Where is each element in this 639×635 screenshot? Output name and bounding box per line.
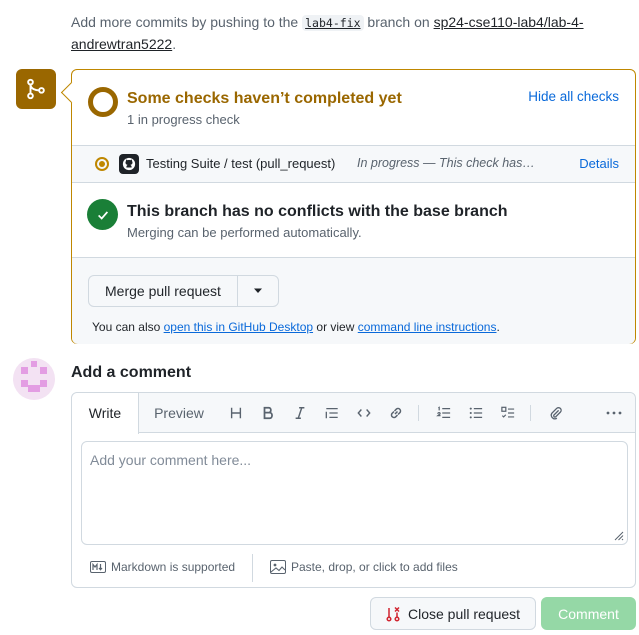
or-view-text: or view <box>316 320 355 334</box>
check-status: In progress — This check has… <box>357 156 535 170</box>
comment-textarea[interactable] <box>81 441 628 545</box>
markdown-note: Markdown is supported <box>111 560 236 574</box>
add-comment-heading: Add a comment <box>71 364 192 381</box>
checks-header: Some checks haven’t completed yet 1 in p… <box>72 70 635 145</box>
github-actions-icon <box>119 154 139 174</box>
check-name: Testing Suite / test (pull_request) <box>146 156 336 171</box>
github-desktop-link[interactable]: open this in GitHub Desktop <box>164 320 313 334</box>
attach-icon[interactable] <box>546 403 566 423</box>
toolbar-divider <box>418 405 419 421</box>
check-row: Testing Suite / test (pull_request) In p… <box>72 145 635 183</box>
merge-pull-request-button[interactable]: Merge pull request <box>89 276 238 306</box>
in-progress-dot-icon <box>95 157 109 171</box>
checks-subtitle: 1 in progress check <box>127 112 240 127</box>
pending-status-icon <box>88 87 118 117</box>
italic-icon[interactable] <box>290 403 310 423</box>
bold-icon[interactable] <box>258 403 278 423</box>
triangle-down-icon <box>253 288 262 293</box>
merge-actions: Merge pull request You can also open thi… <box>72 258 635 344</box>
editor-tabbar: Write Preview <box>72 393 635 434</box>
comment-submit-button[interactable]: Comment <box>541 597 636 630</box>
task-list-icon[interactable] <box>498 403 518 423</box>
check-circle-icon <box>87 199 118 230</box>
push-commits-note: Add more commits by pushing to the lab4-… <box>71 12 611 55</box>
hide-checks-link[interactable]: Hide all checks <box>528 89 619 104</box>
code-icon[interactable] <box>354 403 374 423</box>
tab-preview[interactable]: Preview <box>147 393 211 433</box>
resize-handle-icon[interactable] <box>612 529 624 541</box>
close-pull-request-button[interactable]: Close pull request <box>370 597 536 630</box>
merge-status-box: Some checks haven’t completed yet 1 in p… <box>71 69 636 344</box>
unordered-list-icon[interactable] <box>466 403 486 423</box>
attach-files-button[interactable]: Paste, drop, or click to add files <box>270 560 458 574</box>
attach-note: Paste, drop, or click to add files <box>291 560 458 574</box>
avatar[interactable] <box>13 358 55 400</box>
also-suffix: . <box>496 320 500 334</box>
push-note-middle: branch on <box>367 14 430 30</box>
comment-editor: Write Preview Add your comment here... M… <box>71 392 636 588</box>
more-icon[interactable] <box>604 403 624 423</box>
merge-method-dropdown[interactable] <box>238 276 278 306</box>
checks-title: Some checks haven’t completed yet <box>127 90 402 107</box>
tab-write[interactable]: Write <box>72 393 139 434</box>
heading-icon[interactable] <box>226 403 246 423</box>
markdown-icon <box>90 561 106 573</box>
quote-icon[interactable] <box>322 403 342 423</box>
link-icon[interactable] <box>386 403 406 423</box>
conflicts-section: This branch has no conflicts with the ba… <box>72 183 635 258</box>
git-merge-icon <box>16 69 56 109</box>
also-prefix: You can also <box>92 320 161 334</box>
conflicts-subtitle: Merging can be performed automatically. <box>127 225 362 240</box>
branch-name-link[interactable]: lab4-fix <box>302 15 364 31</box>
git-pull-request-closed-icon <box>386 606 400 622</box>
image-icon <box>270 560 286 574</box>
footer-divider <box>252 554 253 582</box>
also-line: You can also open this in GitHub Desktop… <box>92 320 500 334</box>
merge-button-group: Merge pull request <box>88 275 279 307</box>
conflicts-title: This branch has no conflicts with the ba… <box>127 203 508 220</box>
toolbar-divider <box>530 405 531 421</box>
push-note-prefix: Add more commits by pushing to the <box>71 14 299 30</box>
editor-footer: Markdown is supported Paste, drop, or cl… <box>72 551 635 587</box>
close-pull-request-label: Close pull request <box>407 605 521 622</box>
markdown-supported-link[interactable]: Markdown is supported <box>90 560 235 574</box>
push-note-suffix: . <box>172 36 177 52</box>
ordered-list-icon[interactable] <box>434 403 454 423</box>
command-line-link[interactable]: command line instructions <box>358 320 497 334</box>
check-details-link[interactable]: Details <box>579 156 619 171</box>
